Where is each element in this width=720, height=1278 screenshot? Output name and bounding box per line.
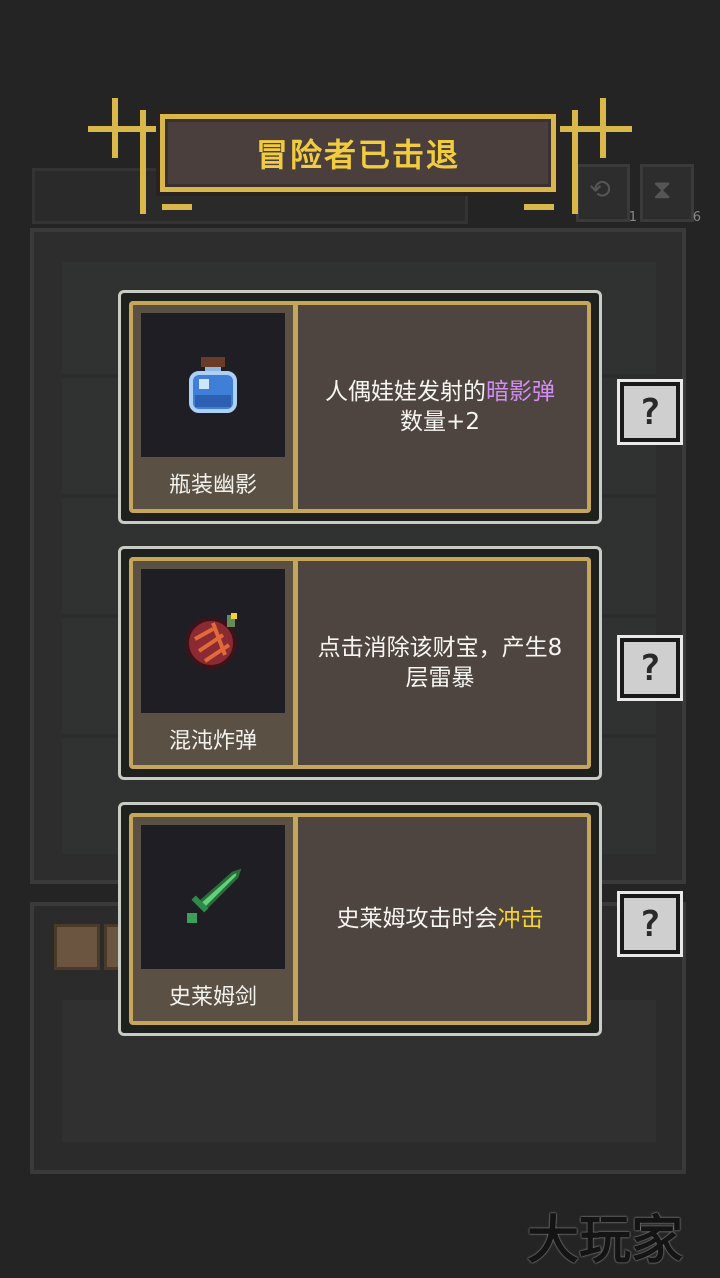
hourglass-count: 6	[692, 210, 701, 225]
item-description: 点击消除该财宝，产生8层雷暴	[313, 561, 567, 765]
item-name: 混沌炸弹	[168, 729, 257, 754]
question-mark-icon: ?	[639, 391, 661, 433]
watermark: 大玩家	[526, 1210, 683, 1271]
banner-ornament	[572, 110, 578, 214]
reward-card-bottled-shadow[interactable]: 瓶装幽影 人偶娃娃发射的暗影弹数量+2	[118, 290, 602, 524]
help-button[interactable]: ?	[620, 382, 680, 442]
item-name: 史莱姆剑	[168, 985, 257, 1010]
banner-ornament	[140, 110, 146, 214]
title-banner: 冒险者已击退	[160, 114, 556, 192]
item-description: 史莱姆攻击时会冲击	[313, 817, 567, 1021]
hourglass-counter: ⧗ 6	[640, 164, 701, 225]
card-body: 混沌炸弹 点击消除该财宝，产生8层雷暴	[129, 557, 591, 769]
card-item-panel: 混沌炸弹	[133, 561, 298, 765]
bottled-shadow-icon	[141, 313, 285, 457]
card-body: 瓶装幽影 人偶娃娃发射的暗影弹数量+2	[129, 301, 591, 513]
reward-card-slime-sword[interactable]: 史莱姆剑 史莱姆攻击时会冲击	[118, 802, 602, 1036]
card-item-panel: 瓶装幽影	[133, 305, 298, 509]
inventory-item[interactable]	[54, 924, 100, 970]
chaos-bomb-icon	[141, 569, 285, 713]
question-mark-icon: ?	[639, 903, 661, 945]
card-body: 史莱姆剑 史莱姆攻击时会冲击	[129, 813, 591, 1025]
desc-keyword: 暗影弹	[486, 379, 555, 405]
banner-ornament	[524, 204, 554, 210]
reward-card-chaos-bomb[interactable]: 混沌炸弹 点击消除该财宝，产生8层雷暴	[118, 546, 602, 780]
banner-title: 冒险者已击退	[255, 136, 460, 174]
desc-text: 史莱姆攻击时会	[336, 906, 498, 932]
reroll-counter: ⟲ 1	[576, 164, 637, 225]
desc-text: 点击消除该财宝，产生8层雷暴	[317, 635, 563, 691]
desc-text: 数量+2	[400, 409, 480, 435]
reroll-count: 1	[628, 210, 637, 225]
item-description: 人偶娃娃发射的暗影弹数量+2	[313, 305, 567, 509]
question-mark-icon: ?	[639, 647, 661, 689]
desc-text: 人偶娃娃发射的	[325, 379, 486, 405]
desc-keyword: 冲击	[497, 906, 544, 932]
help-button[interactable]: ?	[620, 894, 680, 954]
banner-ornament	[112, 98, 118, 158]
item-name: 瓶装幽影	[168, 473, 257, 498]
help-button[interactable]: ?	[620, 638, 680, 698]
slime-sword-icon	[141, 825, 285, 969]
banner-ornament	[560, 126, 632, 132]
card-item-panel: 史莱姆剑	[133, 817, 298, 1021]
banner-ornament	[600, 98, 606, 158]
banner-ornament	[88, 126, 160, 132]
banner-ornament	[162, 204, 192, 210]
